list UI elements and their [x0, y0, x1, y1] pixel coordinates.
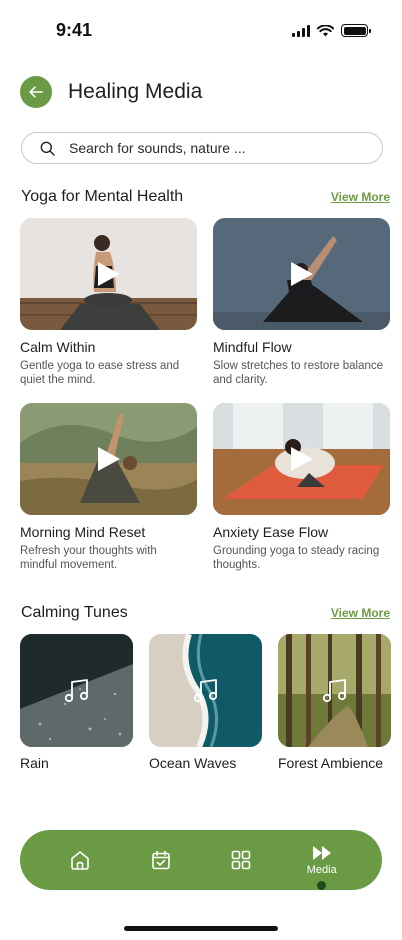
- status-icons: [292, 24, 371, 37]
- yoga-thumbnail: [20, 403, 197, 515]
- nav-categories[interactable]: [211, 835, 271, 885]
- search-input[interactable]: [69, 140, 329, 156]
- home-icon: [71, 851, 90, 870]
- calendar-check-icon: [151, 850, 170, 870]
- tune-card-ocean-waves[interactable]: Ocean Waves: [149, 634, 262, 771]
- nav-schedule[interactable]: [131, 835, 191, 885]
- battery-icon: [341, 24, 371, 37]
- nav-home[interactable]: [50, 835, 110, 885]
- play-icon: [97, 447, 120, 471]
- bottom-navigation: Media: [20, 830, 382, 890]
- tune-card-rain[interactable]: Rain: [20, 634, 133, 771]
- card-description: Slow stretches to restore balance and cl…: [213, 360, 384, 386]
- page-header: Healing Media: [20, 76, 202, 108]
- music-note-icon: [64, 678, 88, 702]
- nav-media-label: Media: [306, 863, 337, 876]
- tune-thumbnail: [278, 634, 391, 747]
- tune-thumbnail: [20, 634, 133, 747]
- yoga-thumbnail: [213, 218, 390, 330]
- active-indicator-dot: [317, 881, 327, 890]
- play-icon: [290, 447, 313, 471]
- arrow-left-icon: [29, 86, 43, 98]
- back-button[interactable]: [20, 76, 52, 108]
- grid-icon: [231, 850, 251, 870]
- status-bar: 9:41: [0, 0, 402, 60]
- yoga-view-more-link[interactable]: View More: [331, 190, 390, 204]
- music-note-icon: [193, 678, 217, 702]
- tune-title: Forest Ambience: [278, 755, 384, 771]
- play-icon: [290, 262, 313, 286]
- search-icon: [40, 141, 55, 156]
- tune-title: Rain: [20, 755, 49, 771]
- cellular-signal-icon: [292, 24, 310, 37]
- yoga-card-morning-mind-reset[interactable]: Morning Mind Reset Refresh your thoughts…: [20, 403, 197, 572]
- yoga-section-title: Yoga for Mental Health: [21, 188, 184, 205]
- yoga-thumbnail: [213, 403, 390, 515]
- tune-title: Ocean Waves: [149, 755, 237, 771]
- tune-thumbnail: [149, 634, 262, 747]
- yoga-card-mindful-flow[interactable]: Mindful Flow Slow stretches to restore b…: [213, 218, 390, 387]
- tunes-view-more-link[interactable]: View More: [331, 606, 390, 620]
- card-description: Grounding yoga to steady racing thoughts…: [213, 545, 380, 571]
- card-title: Anxiety Ease Flow: [213, 524, 329, 540]
- fast-forward-icon: [312, 845, 331, 860]
- search-bar[interactable]: [21, 132, 383, 164]
- wifi-icon: [317, 24, 334, 36]
- card-description: Gentle yoga to ease stress and quiet the…: [20, 360, 180, 386]
- play-icon: [97, 262, 120, 286]
- status-time: 9:41: [56, 20, 93, 40]
- tunes-section-title: Calming Tunes: [21, 604, 128, 621]
- music-note-icon: [322, 678, 346, 702]
- card-description: Refresh your thoughts with mindful movem…: [20, 545, 157, 571]
- nav-media[interactable]: Media: [292, 835, 352, 890]
- yoga-card-calm-within[interactable]: Calm Within Gentle yoga to ease stress a…: [20, 218, 197, 387]
- tunes-section-header: Calming Tunes View More: [21, 604, 390, 622]
- card-title: Mindful Flow: [213, 339, 292, 355]
- card-title: Calm Within: [20, 339, 96, 355]
- page-title: Healing Media: [68, 80, 203, 103]
- tune-card-forest-ambience[interactable]: Forest Ambience: [278, 634, 391, 771]
- card-title: Morning Mind Reset: [20, 524, 146, 540]
- yoga-card-anxiety-ease-flow[interactable]: Anxiety Ease Flow Grounding yoga to stea…: [213, 403, 390, 572]
- home-indicator[interactable]: [124, 926, 278, 931]
- yoga-section-header: Yoga for Mental Health View More: [21, 188, 390, 206]
- yoga-thumbnail: [20, 218, 197, 330]
